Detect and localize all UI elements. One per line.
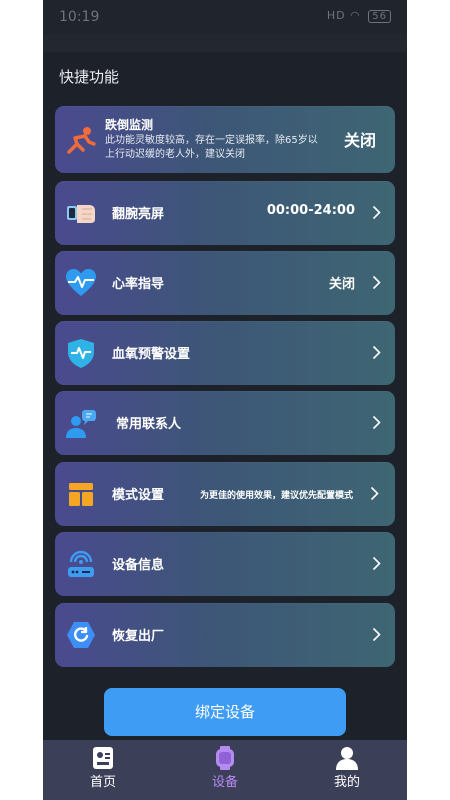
signal-icon: HD [326,9,346,22]
device-info-label: 设备信息 [112,558,165,573]
factory-reset-icon [67,622,95,648]
blood-oxygen-shield-icon [68,339,94,368]
mode-settings-row[interactable]: 模式设置 为更佳的使用效果，建议优先配置模式 [55,462,395,526]
tab-device-label: 设备 [211,775,238,790]
wifi-icon: ◠ [350,9,361,22]
blood-oxygen-label: 血氧预警设置 [112,347,191,362]
wrist-raise-icon [67,205,95,223]
heart-rate-label: 心率指导 [112,277,165,292]
chevron-right-icon [370,486,379,501]
chevron-right-icon [372,275,381,290]
tab-mine[interactable]: 我的 [307,746,387,790]
device-info-row[interactable]: 设备信息 [55,532,395,596]
bind-device-button[interactable]: 绑定设备 [104,688,346,736]
contacts-row[interactable]: 常用联系人 [55,391,395,455]
chevron-right-icon [372,627,381,642]
tab-device[interactable]: 设备 [185,746,265,790]
bottom-tab-bar: 首页 设备 我的 [43,740,407,800]
fall-detection-icon [67,127,96,154]
wrist-raise-row[interactable]: 翻腕亮屏 00:00-24:00 [55,181,395,245]
tab-mine-label: 我的 [333,775,360,790]
factory-reset-row[interactable]: 恢复出厂 [55,603,395,667]
blood-oxygen-row[interactable]: 血氧预警设置 [55,321,395,385]
mode-settings-hint: 为更佳的使用效果，建议优先配置模式 [200,491,354,501]
mode-settings-label: 模式设置 [112,488,165,503]
battery-icon: 56 [368,10,391,23]
tab-home[interactable]: 首页 [63,746,143,790]
mode-layout-icon [69,483,93,506]
status-icons: HD ◠ 56 [327,9,391,23]
fall-detection-title: 跌倒监测 [105,118,154,132]
device-info-icon [68,550,94,577]
contacts-label: 常用联系人 [116,417,182,432]
heart-rate-icon [66,269,96,296]
status-time: 10:19 [59,9,100,25]
watch-icon [216,746,234,770]
tab-home-label: 首页 [89,775,116,790]
section-title: 快捷功能 [59,68,120,86]
chevron-right-icon [372,556,381,571]
wrist-raise-value: 00:00-24:00 [266,203,355,218]
header-band [43,34,407,52]
chevron-right-icon [372,345,381,360]
heart-rate-value: 关闭 [328,277,355,292]
device-settings-screen: 10:19 HD ◠ 56 快捷功能 跌倒监测 此功能灵敏度较高，存在一定误报率… [43,0,407,800]
person-icon [336,747,358,770]
heart-rate-row[interactable]: 心率指导 关闭 [55,251,395,315]
wrist-raise-label: 翻腕亮屏 [112,207,165,222]
status-bar: 10:19 HD ◠ 56 [43,0,407,34]
home-card-icon [93,747,113,769]
chevron-right-icon [372,415,381,430]
fall-detection-status[interactable]: 关闭 [344,127,376,151]
chevron-right-icon [372,205,381,220]
factory-reset-label: 恢复出厂 [112,629,165,644]
fall-detection-description: 此功能灵敏度较高，存在一定误报率，除65岁以上行动迟缓的老人外，建议关闭 [105,135,318,160]
contacts-icon [66,410,96,438]
fall-detection-card[interactable]: 跌倒监测 此功能灵敏度较高，存在一定误报率，除65岁以上行动迟缓的老人外，建议关… [55,106,395,173]
